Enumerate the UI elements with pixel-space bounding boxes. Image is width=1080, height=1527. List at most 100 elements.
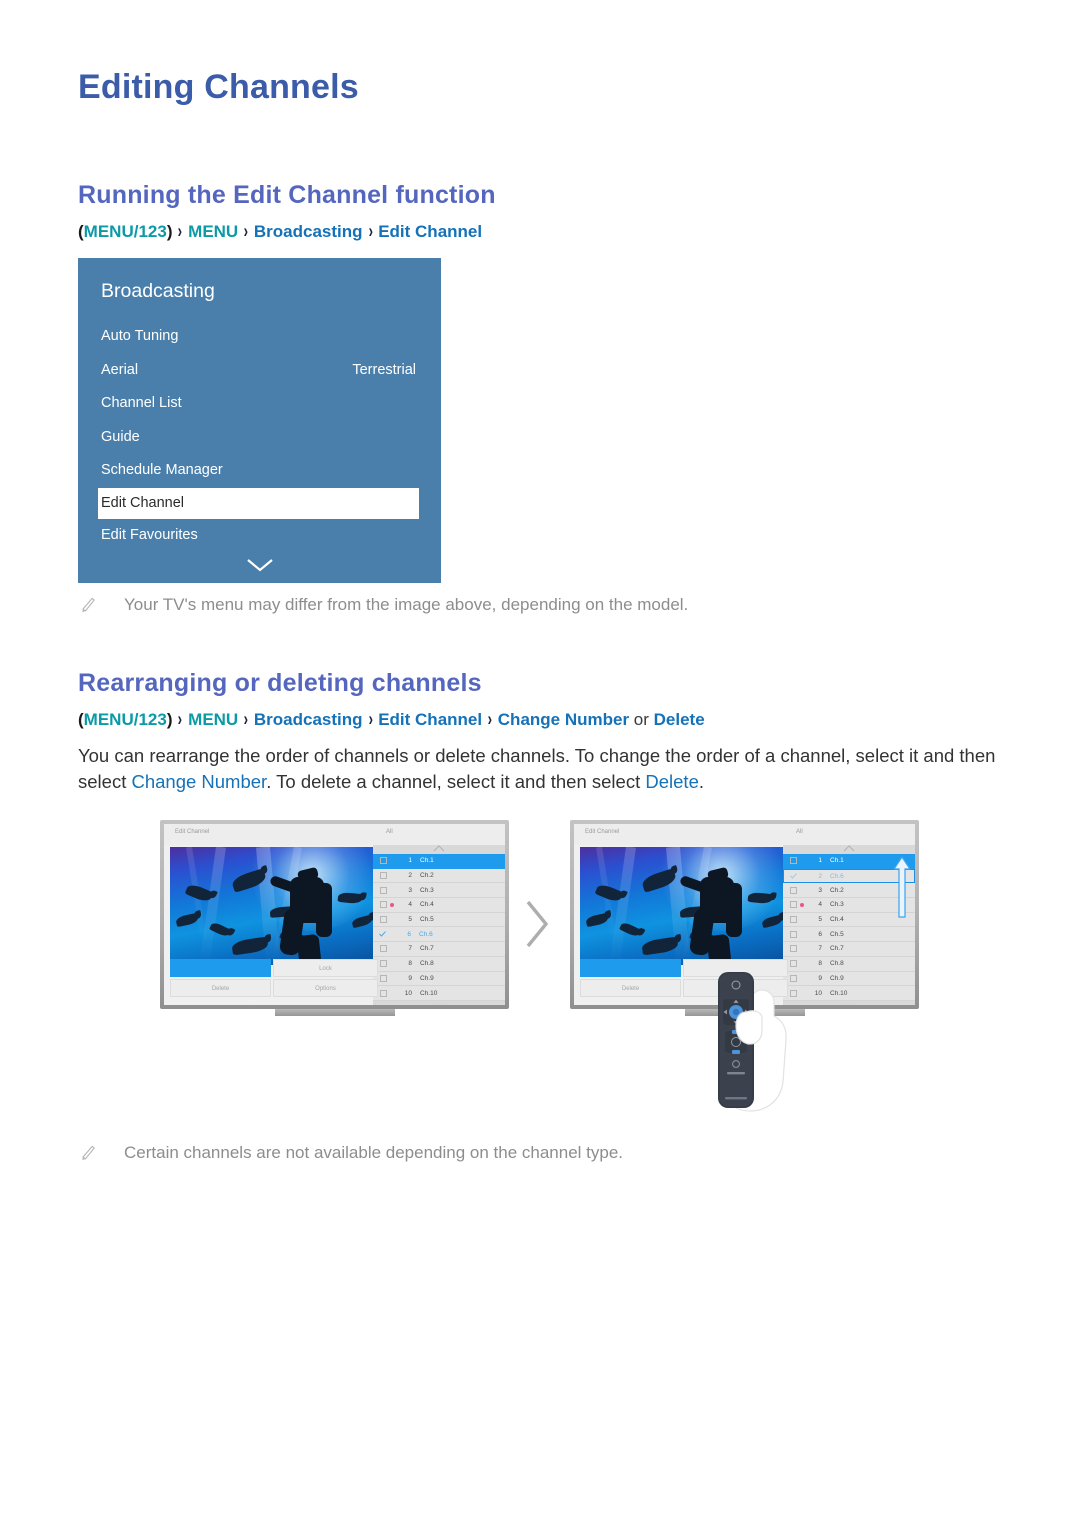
tv-channel-row[interactable]: 1 Ch.1 xyxy=(373,854,505,869)
checkbox-icon[interactable] xyxy=(380,857,387,865)
tv-channel-row[interactable]: 3 Ch.3 xyxy=(373,883,505,899)
checkbox-icon[interactable] xyxy=(790,886,797,894)
tv-channel-number: 4 xyxy=(818,901,822,909)
tv-channel-row[interactable]: 5 Ch.5 xyxy=(373,912,505,928)
tv-channel-name: Ch.7 xyxy=(420,945,434,953)
tv-channel-number: 1 xyxy=(408,857,412,865)
tv-button-delete[interactable]: Delete xyxy=(580,979,681,997)
tv-channel-list[interactable]: 1 Ch.1 2 Ch.2 3 Ch.3 4 Ch.4 5 Ch.5 6 Ch.… xyxy=(373,845,505,1005)
tv-channel-number: 7 xyxy=(408,945,412,953)
note-channel-availability: Certain channels are not available depen… xyxy=(80,1142,623,1164)
tv-channel-number: 10 xyxy=(404,989,412,997)
checkbox-icon[interactable] xyxy=(790,857,797,865)
tv-menu-item-aerial[interactable]: Aerial Terrestrial xyxy=(78,354,441,388)
tv-channel-name: Ch.8 xyxy=(420,960,434,968)
tv-button-primary[interactable] xyxy=(580,959,681,977)
tv-channel-row[interactable]: 10 Ch.10 xyxy=(373,986,505,1001)
chevron-up-icon[interactable] xyxy=(373,845,505,854)
tv-channel-row[interactable]: 8 Ch.8 xyxy=(373,956,505,972)
tv-channel-name: Ch.6 xyxy=(830,872,844,880)
breadcrumb-item-menu[interactable]: MENU xyxy=(188,222,238,241)
checkbox-icon[interactable] xyxy=(790,901,797,909)
tv-channel-row[interactable]: 4 Ch.4 xyxy=(373,898,505,913)
tv-button-primary[interactable] xyxy=(170,959,271,977)
breadcrumb-item-broadcasting[interactable]: Broadcasting xyxy=(254,710,363,729)
locked-marker-icon xyxy=(390,902,394,907)
chevron-down-icon[interactable] xyxy=(78,557,441,573)
checkbox-icon[interactable] xyxy=(380,945,387,953)
breadcrumb-item-delete[interactable]: Delete xyxy=(654,710,705,729)
tv-channel-number: 8 xyxy=(818,960,822,968)
breadcrumb-item-broadcasting[interactable]: Broadcasting xyxy=(254,222,363,241)
tv-channel-name: Ch.10 xyxy=(830,989,848,997)
breadcrumb-item-menu[interactable]: MENU xyxy=(188,710,238,729)
tv-channel-name: Ch.8 xyxy=(830,960,844,968)
tv-channel-row[interactable]: 7 Ch.7 xyxy=(373,942,505,957)
tv-channel-row[interactable]: 7 Ch.7 xyxy=(783,942,915,957)
tv-button-options[interactable]: Options xyxy=(273,979,378,997)
tv-screen-topbar: Edit Channel All xyxy=(574,824,915,845)
breadcrumb-close-paren: ) xyxy=(166,222,173,241)
inline-link-delete[interactable]: Delete xyxy=(645,771,698,792)
checkbox-icon[interactable] xyxy=(380,901,387,909)
tv-menu-item-label: Schedule Manager xyxy=(101,462,223,478)
tv-button-delete[interactable]: Delete xyxy=(170,979,271,997)
tv-menu-item-edit-channel[interactable]: Edit Channel xyxy=(98,487,419,519)
tv-button-lock[interactable]: Lock xyxy=(273,959,378,977)
chevron-right-icon: › xyxy=(243,220,249,243)
checkbox-icon[interactable] xyxy=(380,872,387,880)
document-page: Editing Channels Running the Edit Channe… xyxy=(0,0,1080,1527)
chevron-right-icon: › xyxy=(368,220,373,243)
chevron-right-icon: › xyxy=(243,708,249,731)
tv-remote-in-hand-icon xyxy=(688,968,808,1113)
tv-channel-number: 2 xyxy=(818,872,822,880)
tv-menu-item-auto-tuning[interactable]: Auto Tuning xyxy=(78,320,441,354)
checkbox-icon[interactable] xyxy=(790,916,797,924)
check-icon xyxy=(379,931,386,938)
checkbox-icon[interactable] xyxy=(380,916,387,924)
tv-menu-title: Broadcasting xyxy=(101,280,215,302)
chevron-right-icon: › xyxy=(178,708,183,731)
chevron-up-icon[interactable] xyxy=(783,845,915,854)
checkbox-icon[interactable] xyxy=(380,989,387,997)
checkbox-icon[interactable] xyxy=(790,960,797,968)
tv-menu-item-guide[interactable]: Guide xyxy=(78,421,441,455)
breadcrumb-item-edit-channel[interactable]: Edit Channel xyxy=(378,222,482,241)
breadcrumb-item-edit-channel[interactable]: Edit Channel xyxy=(378,710,482,729)
tv-channel-name: Ch.9 xyxy=(830,974,844,982)
checkbox-icon[interactable] xyxy=(380,886,387,894)
chevron-down-icon[interactable] xyxy=(373,1004,505,1005)
tv-broadcasting-menu-panel: Broadcasting Auto Tuning Aerial Terrestr… xyxy=(78,258,441,583)
tv-menu-item-label: Edit Favourites xyxy=(101,526,198,543)
tv-channel-row[interactable]: 2 Ch.2 xyxy=(373,868,505,884)
tv-screen-title: Edit Channel xyxy=(175,829,210,835)
tv-menu-item-schedule-manager[interactable]: Schedule Manager xyxy=(78,454,441,488)
inline-link-change-number[interactable]: Change Number xyxy=(131,771,266,792)
tv-menu-list: Auto Tuning Aerial Terrestrial Channel L… xyxy=(78,320,441,552)
checkbox-icon[interactable] xyxy=(790,930,797,938)
chevron-right-icon: › xyxy=(368,708,373,731)
breadcrumb-item-change-number[interactable]: Change Number xyxy=(498,710,629,729)
tv-menu-item-label: Channel List xyxy=(101,395,182,411)
tv-channel-name: Ch.2 xyxy=(420,872,434,880)
breadcrumb-item-menu123[interactable]: MENU/123 xyxy=(84,222,167,241)
note-tv-menu-differs: Your TV's menu may differ from the image… xyxy=(80,594,688,616)
check-icon xyxy=(790,873,797,879)
checkbox-icon[interactable] xyxy=(380,960,387,968)
checkbox-icon[interactable] xyxy=(790,945,797,953)
tv-button-bar: Lock Delete Options xyxy=(170,959,378,999)
checkbox-icon[interactable] xyxy=(380,974,387,982)
page-title: Editing Channels xyxy=(78,68,359,106)
tv-channel-row[interactable]: 9 Ch.9 xyxy=(373,971,505,987)
tv-channel-name: Ch.6 xyxy=(419,930,433,938)
tv-menu-item-label: Guide xyxy=(101,428,140,445)
tv-menu-item-channel-list[interactable]: Channel List xyxy=(78,387,441,421)
tv-channel-name: Ch.3 xyxy=(420,886,434,894)
tv-channel-row[interactable]: 6 Ch.6 xyxy=(373,927,505,943)
tv-channel-row[interactable]: 6 Ch.5 xyxy=(783,927,915,943)
tv-channel-number: 4 xyxy=(408,901,412,909)
breadcrumb-item-menu123[interactable]: MENU/123 xyxy=(84,710,167,729)
tv-channel-number: 2 xyxy=(408,872,412,880)
tv-menu-item-edit-favourites[interactable]: Edit Favourites xyxy=(78,519,441,553)
tv-channel-number: 6 xyxy=(407,930,411,938)
